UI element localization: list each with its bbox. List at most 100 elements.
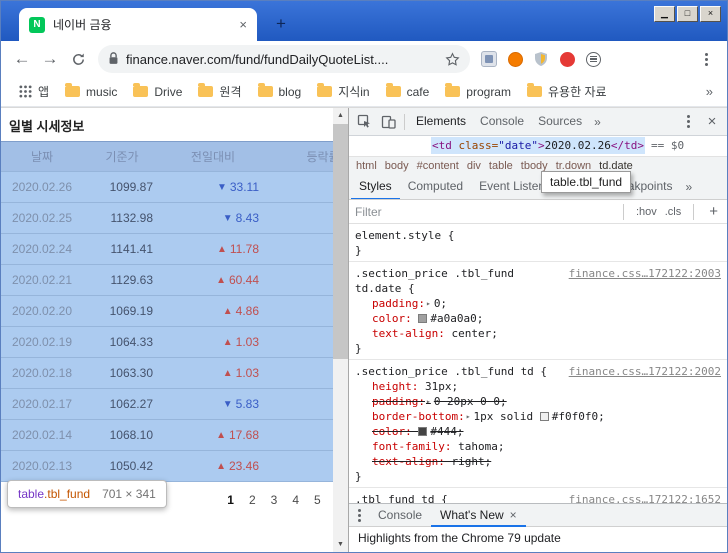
- table-row[interactable]: 2020.02.13 1050.42 ▲23.46: [1, 451, 333, 482]
- apps-grid-icon: [19, 85, 32, 98]
- tab-styles[interactable]: Styles: [351, 175, 400, 200]
- color-swatch[interactable]: [418, 427, 427, 436]
- breadcrumb-div[interactable]: div: [463, 160, 485, 172]
- table-row[interactable]: 2020.02.26 1099.87 ▼33.11: [1, 172, 333, 203]
- menu-circle-extension-icon[interactable]: [580, 46, 606, 72]
- table-row[interactable]: 2020.02.19 1064.33 ▲1.03: [1, 327, 333, 358]
- browser-menu-button[interactable]: [692, 45, 720, 73]
- table-row[interactable]: 2020.02.25 1132.98 ▼8.43: [1, 203, 333, 234]
- table-row[interactable]: 2020.02.24 1141.41 ▲11.78: [1, 234, 333, 265]
- css-declaration[interactable]: color: #a0a0a0;: [355, 311, 721, 326]
- tab-console[interactable]: Console: [473, 108, 531, 135]
- close-button[interactable]: ×: [700, 6, 721, 22]
- table-row[interactable]: 2020.02.18 1063.30 ▲1.03: [1, 358, 333, 389]
- page-number-4[interactable]: 4: [292, 493, 299, 507]
- bookmark-folder-music[interactable]: music: [57, 85, 125, 99]
- device-toolbar-button[interactable]: [376, 110, 400, 134]
- css-declaration[interactable]: text-align: center;: [355, 326, 721, 341]
- bookmark-folder-drive[interactable]: Drive: [125, 85, 190, 99]
- square-logo-extension-icon[interactable]: [476, 46, 502, 72]
- tooltip-element-size: 701 × 341: [102, 487, 156, 501]
- color-swatch[interactable]: [540, 412, 549, 421]
- bookmark-star-icon[interactable]: [445, 52, 460, 67]
- drawer-tab-close-icon[interactable]: ×: [510, 504, 517, 526]
- page-number-3[interactable]: 3: [271, 493, 278, 507]
- bookmark-folder-remote[interactable]: 원격: [190, 83, 249, 100]
- css-declaration[interactable]: height: 31px;: [355, 379, 721, 394]
- css-declaration[interactable]: border-bottom:▸1px solid #f0f0f0;: [355, 409, 721, 424]
- scroll-down-arrow-icon[interactable]: ▼: [333, 537, 348, 552]
- expand-arrow-icon[interactable]: ▸: [426, 397, 431, 406]
- scrollbar-thumb[interactable]: [333, 124, 348, 359]
- breadcrumb-table[interactable]: table: [485, 160, 517, 172]
- styles-filter-input[interactable]: [355, 205, 611, 219]
- page-number-2[interactable]: 2: [249, 493, 256, 507]
- toggle-hover-state-button[interactable]: :hov: [636, 206, 657, 218]
- more-tabs-chevron[interactable]: »: [589, 115, 606, 129]
- orange-badge-extension-icon[interactable]: [502, 46, 528, 72]
- table-row[interactable]: 2020.02.21 1129.63 ▲60.44: [1, 265, 333, 296]
- devtools-menu-button[interactable]: [676, 110, 700, 134]
- color-swatch[interactable]: [418, 314, 427, 323]
- bookmark-folder-blog[interactable]: blog: [250, 85, 310, 99]
- tab-elements[interactable]: Elements: [409, 108, 473, 135]
- inline-style-rule[interactable]: element.style { }: [349, 224, 727, 262]
- red-circle-extension-icon[interactable]: [554, 46, 580, 72]
- breadcrumb-body[interactable]: body: [381, 160, 413, 172]
- inspect-element-button[interactable]: [352, 110, 376, 134]
- css-declaration[interactable]: font-family: tahoma;: [355, 439, 721, 454]
- bookmarks-overflow-chevron[interactable]: »: [702, 84, 717, 99]
- css-declaration[interactable]: padding:▸0;: [355, 296, 721, 311]
- new-tab-button[interactable]: +: [269, 13, 293, 35]
- bookmark-folder-cafe[interactable]: cafe: [378, 85, 438, 99]
- sidebar-tabs-overflow-chevron[interactable]: »: [680, 180, 697, 194]
- page-number-5[interactable]: 5: [314, 493, 321, 507]
- css-source-link[interactable]: finance.css…172122:2002: [569, 364, 721, 379]
- price-cell: 1050.42: [83, 451, 161, 481]
- tab-sources[interactable]: Sources: [531, 108, 589, 135]
- css-source-link[interactable]: finance.css…172122:2003: [569, 266, 721, 281]
- rate-cell: [265, 296, 333, 326]
- breadcrumb-html[interactable]: html: [352, 160, 381, 172]
- page-scrollbar[interactable]: ▲ ▼: [333, 108, 348, 552]
- table-row[interactable]: 2020.02.20 1069.19 ▲4.86: [1, 296, 333, 327]
- bookmark-folder-jisikin[interactable]: 지식in: [309, 83, 377, 100]
- back-button[interactable]: ←: [8, 45, 36, 73]
- bookmark-folder-useful[interactable]: 유용한 자료: [519, 83, 615, 100]
- css-declaration[interactable]: padding:▸0 20px 0 0;: [355, 394, 721, 409]
- css-declaration[interactable]: text-align: right;: [355, 454, 721, 469]
- devtools-close-button[interactable]: ×: [700, 110, 724, 134]
- scroll-up-arrow-icon[interactable]: ▲: [333, 108, 348, 123]
- reload-button[interactable]: [64, 45, 92, 73]
- drawer-menu-button[interactable]: [349, 507, 369, 524]
- expand-arrow-icon[interactable]: ▸: [466, 412, 471, 421]
- table-row[interactable]: 2020.02.17 1062.27 ▼5.83: [1, 389, 333, 420]
- tab-close-icon[interactable]: ×: [239, 17, 247, 32]
- drawer-tab-whats-new[interactable]: What's New ×: [431, 503, 526, 527]
- dom-tree-selected-node[interactable]: <td class="date">2020.02.26</td>== $0: [349, 136, 727, 156]
- bookmark-folder-program[interactable]: program: [437, 85, 519, 99]
- css-source-link[interactable]: finance.css…172122:1652: [569, 492, 721, 503]
- css-rule[interactable]: finance.css…172122:1652 .tbl_fund td {: [349, 488, 727, 503]
- forward-button[interactable]: →: [36, 45, 64, 73]
- css-rule[interactable]: finance.css…172122:2003 .section_price .…: [349, 262, 727, 360]
- browser-tab[interactable]: N 네이버 금융 ×: [19, 8, 257, 41]
- drawer-tab-console[interactable]: Console: [369, 503, 431, 527]
- drawer-tab-label: What's New: [440, 504, 504, 526]
- page-number-1[interactable]: 1: [227, 493, 234, 507]
- tab-computed[interactable]: Computed: [400, 175, 471, 200]
- new-style-rule-button[interactable]: +: [706, 203, 721, 220]
- date-cell: 2020.02.24: [1, 234, 83, 264]
- apps-shortcut[interactable]: 앱: [11, 83, 57, 100]
- browser-toolbar: ← → finance.naver.com/fund/fundDailyQuot…: [1, 41, 727, 77]
- shield-extension-icon[interactable]: [528, 46, 554, 72]
- minimize-button[interactable]: ▁: [654, 6, 675, 22]
- expand-arrow-icon[interactable]: ▸: [426, 299, 431, 308]
- css-declaration[interactable]: color: #444;: [355, 424, 721, 439]
- address-bar[interactable]: finance.naver.com/fund/fundDailyQuoteLis…: [98, 45, 470, 73]
- breadcrumb-content[interactable]: #content: [413, 160, 463, 172]
- css-rule[interactable]: finance.css…172122:2002 .section_price .…: [349, 360, 727, 488]
- toggle-class-button[interactable]: .cls: [665, 206, 682, 218]
- table-row[interactable]: 2020.02.14 1068.10 ▲17.68: [1, 420, 333, 451]
- maximize-button[interactable]: □: [677, 6, 698, 22]
